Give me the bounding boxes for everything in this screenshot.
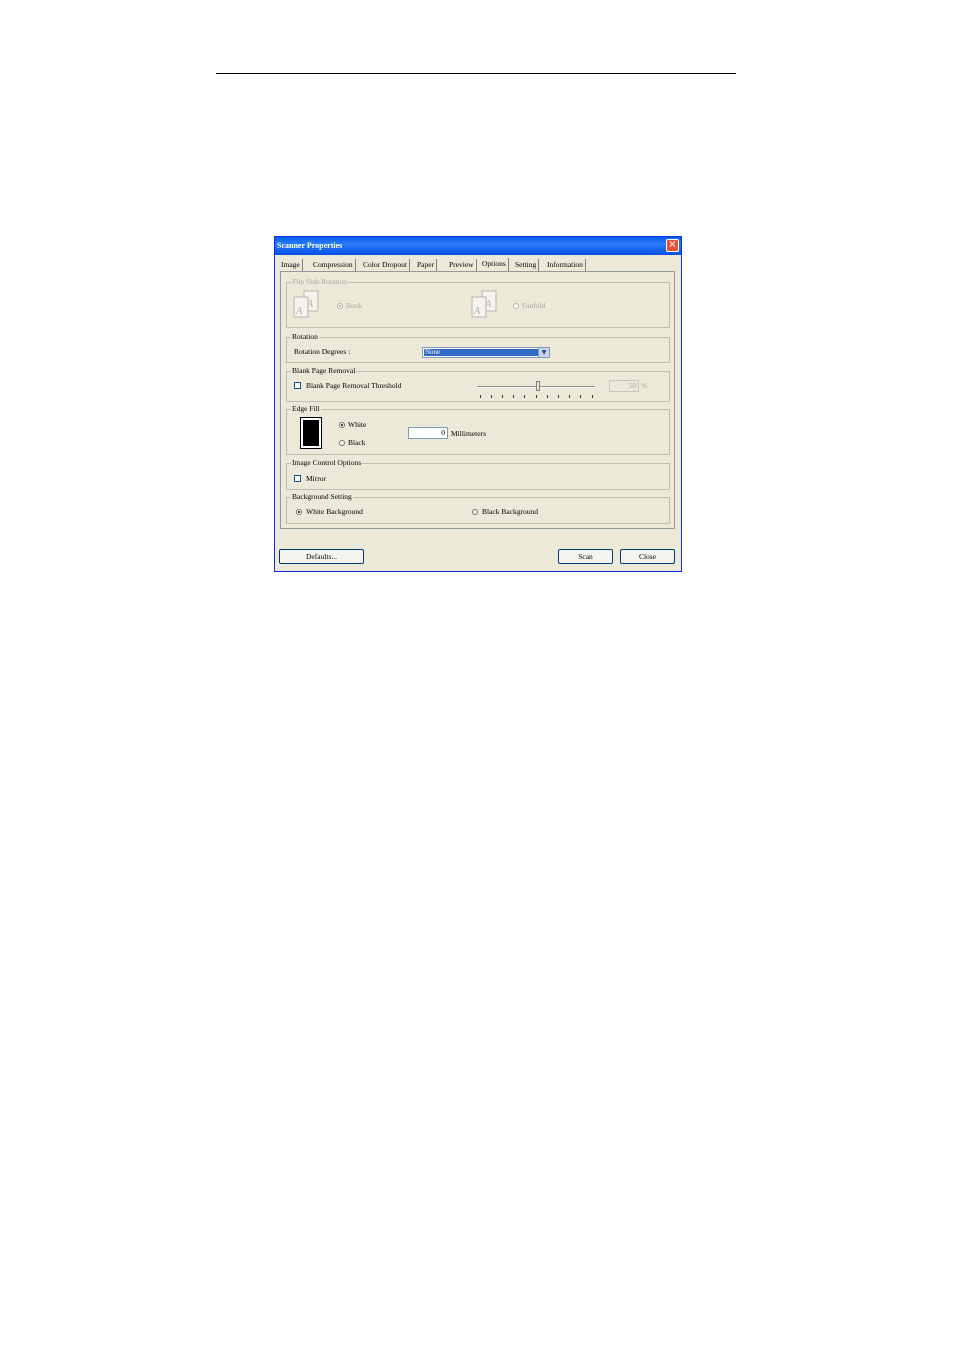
title-bar[interactable]: Scanner Properties ×: [275, 237, 681, 255]
tab-color-dropout[interactable]: Color Dropout: [361, 259, 410, 271]
book-radio[interactable]: [337, 303, 343, 309]
edge-fill-white-radio[interactable]: [339, 422, 345, 428]
blank-page-removal-label: Blank Page Removal: [291, 366, 357, 375]
threshold-value-field[interactable]: 50: [609, 380, 639, 392]
fanfold-pages-icon: A A: [471, 290, 497, 318]
edge-fill-unit-label: Millimeters: [451, 429, 486, 438]
slider-tick: [502, 395, 503, 398]
fanfold-icon-letter-front: A: [473, 306, 481, 317]
tab-image[interactable]: Image: [279, 259, 303, 271]
tab-preview[interactable]: Preview: [447, 259, 477, 271]
threshold-unit-label: %: [641, 381, 648, 390]
rotation-group: Rotation Rotation Degrees : None ▼: [286, 332, 670, 363]
dialog-title: Scanner Properties: [277, 241, 343, 250]
background-setting-group: Background Setting White Background Blac…: [286, 492, 670, 524]
book-pages-icon: A A: [293, 290, 319, 318]
tab-options[interactable]: Options: [480, 258, 509, 271]
black-background-label: Black Background: [482, 507, 539, 516]
white-background-label: White Background: [306, 507, 363, 516]
slider-tick: [569, 395, 570, 398]
scanner-properties-dialog: Scanner Properties × Image Compression C…: [274, 236, 682, 572]
edge-fill-black-radio[interactable]: [339, 440, 345, 446]
slider-tick: [524, 395, 525, 398]
slider-tick: [513, 395, 514, 398]
defaults-button[interactable]: Defaults...: [279, 549, 364, 564]
blank-page-removal-group: Blank Page Removal Blank Page Removal Th…: [286, 366, 670, 402]
flip-side-rotation-label: Flip Side Rotation: [291, 277, 349, 286]
close-icon[interactable]: ×: [666, 239, 679, 252]
mirror-label: Mirror: [306, 474, 326, 483]
mirror-checkbox[interactable]: [294, 475, 301, 482]
rotation-degrees-dropdown[interactable]: None ▼: [422, 347, 550, 358]
slider-tick: [480, 395, 481, 398]
tab-information[interactable]: Information: [545, 259, 586, 271]
black-background-radio[interactable]: [472, 509, 478, 515]
image-control-options-group: Image Control Options Mirror: [286, 458, 670, 490]
slider-tick: [547, 395, 548, 398]
blank-page-removal-threshold-label: Blank Page Removal Threshold: [306, 381, 402, 390]
book-label: Book: [346, 301, 363, 310]
image-control-options-label: Image Control Options: [291, 458, 363, 467]
book-icon-letter-front: A: [295, 306, 303, 317]
slider-tick: [491, 395, 492, 398]
chevron-down-icon[interactable]: ▼: [538, 348, 549, 357]
fanfold-label: Fanfold: [522, 301, 546, 310]
edge-fill-label: Edge Fill: [291, 404, 321, 413]
flip-side-rotation-group: Flip Side Rotation A A Book A A Fanfold: [286, 277, 670, 328]
threshold-slider-thumb[interactable]: [536, 381, 540, 391]
rotation-degrees-value: None: [424, 349, 539, 356]
book-icon-letter-back: A: [306, 299, 314, 310]
edge-fill-white-label: White: [348, 420, 367, 429]
tab-setting[interactable]: Setting: [513, 259, 540, 271]
scan-button[interactable]: Scan: [558, 549, 613, 564]
page-header-rule: [216, 73, 736, 74]
slider-tick: [592, 395, 593, 398]
white-background-radio[interactable]: [296, 509, 302, 515]
rotation-label: Rotation: [291, 332, 319, 341]
slider-tick: [580, 395, 581, 398]
close-button[interactable]: Close: [620, 549, 675, 564]
blank-page-removal-checkbox[interactable]: [294, 382, 301, 389]
slider-tick: [536, 395, 537, 398]
edge-fill-black-label: Black: [348, 438, 366, 447]
tab-compression[interactable]: Compression: [311, 259, 356, 271]
fanfold-icon-letter-back: A: [484, 299, 492, 310]
options-panel: Flip Side Rotation A A Book A A Fanfold …: [280, 271, 675, 529]
edge-fill-group: Edge Fill White Black 0 Millimeters: [286, 404, 670, 455]
edge-fill-preview: [300, 417, 322, 449]
slider-tick: [558, 395, 559, 398]
tab-paper[interactable]: Paper: [415, 259, 438, 271]
fanfold-radio[interactable]: [513, 303, 519, 309]
edge-fill-value-field[interactable]: 0: [408, 427, 448, 439]
background-setting-label: Background Setting: [291, 492, 353, 501]
rotation-degrees-label: Rotation Degrees :: [294, 347, 351, 356]
